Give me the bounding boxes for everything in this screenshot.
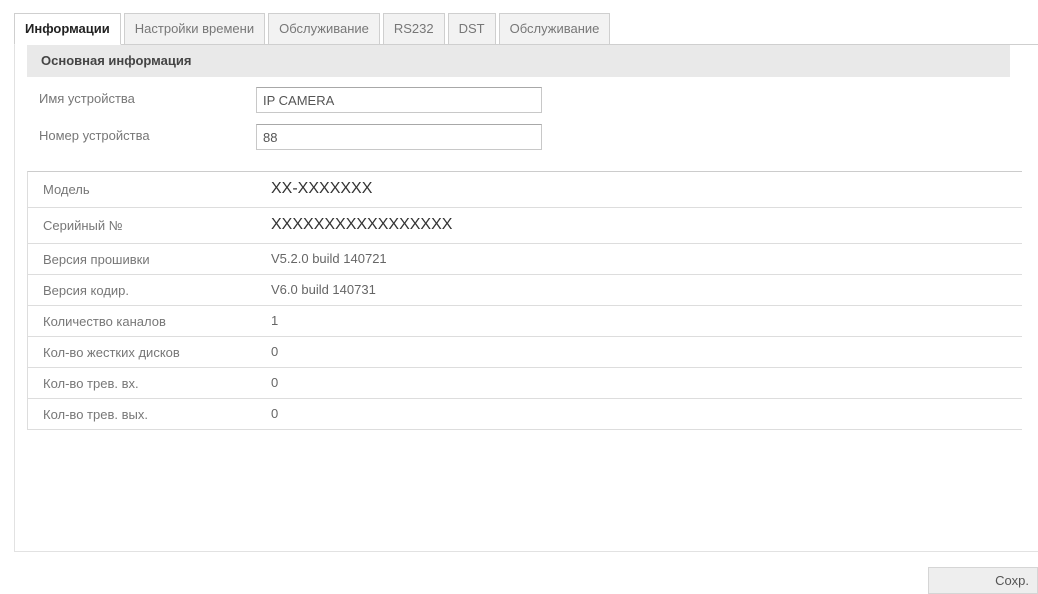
- info-row-firmware: Версия прошивки V5.2.0 build 140721: [28, 244, 1022, 275]
- tab-time-settings[interactable]: Настройки времени: [123, 13, 266, 45]
- alarm-output-count-label: Кол-во трев. вых.: [43, 407, 148, 422]
- device-info-table: Модель XX-XXXXXXX Серийный № XXXXXXXXXXX…: [27, 171, 1022, 430]
- alarm-input-count-label: Кол-во трев. вх.: [43, 376, 139, 391]
- encoding-version-value: V6.0 build 140731: [271, 282, 376, 297]
- device-number-input[interactable]: [256, 124, 542, 150]
- channels-count-value: 1: [271, 313, 279, 328]
- info-row-hdd: Кол-во жестких дисков 0: [28, 337, 1022, 368]
- firmware-version-label: Версия прошивки: [43, 252, 150, 267]
- encoding-version-label: Версия кодир.: [43, 283, 130, 298]
- device-name-label: Имя устройства: [39, 91, 135, 106]
- firmware-version-value: V5.2.0 build 140721: [271, 251, 387, 266]
- info-row-serial: Серийный № XXXXXXXXXXXXXXXXX: [28, 208, 1022, 244]
- model-value: XX-XXXXXXX: [271, 180, 373, 197]
- info-row-alarm-in: Кол-во трев. вх. 0: [28, 368, 1022, 399]
- section-title-basic-info: Основная информация: [27, 45, 1010, 77]
- info-row-channels: Количество каналов 1: [28, 306, 1022, 337]
- tab-maintenance-2[interactable]: Обслуживание: [498, 13, 611, 45]
- tab-information[interactable]: Информации: [14, 13, 121, 45]
- serial-label: Серийный №: [43, 218, 123, 233]
- tab-dst[interactable]: DST: [447, 13, 496, 45]
- alarm-output-count-value: 0: [271, 406, 279, 421]
- tab-bar: Информации Настройки времени Обслуживани…: [14, 13, 613, 45]
- hdd-count-value: 0: [271, 344, 279, 359]
- save-button[interactable]: Сохр.: [928, 567, 1038, 594]
- device-name-input[interactable]: [256, 87, 542, 113]
- model-label: Модель: [43, 182, 90, 197]
- info-row-encoding: Версия кодир. V6.0 build 140731: [28, 275, 1022, 306]
- tab-rs232[interactable]: RS232: [382, 13, 445, 45]
- device-info-page: Информации Настройки времени Обслуживани…: [0, 0, 1038, 594]
- info-row-model: Модель XX-XXXXXXX: [28, 172, 1022, 208]
- info-row-alarm-out: Кол-во трев. вых. 0: [28, 399, 1022, 430]
- hdd-count-label: Кол-во жестких дисков: [43, 345, 180, 360]
- tab-maintenance[interactable]: Обслуживание: [268, 13, 380, 45]
- alarm-input-count-value: 0: [271, 375, 279, 390]
- device-number-label: Номер устройства: [39, 128, 150, 143]
- serial-value: XXXXXXXXXXXXXXXXX: [271, 216, 453, 233]
- channels-count-label: Количество каналов: [43, 314, 166, 329]
